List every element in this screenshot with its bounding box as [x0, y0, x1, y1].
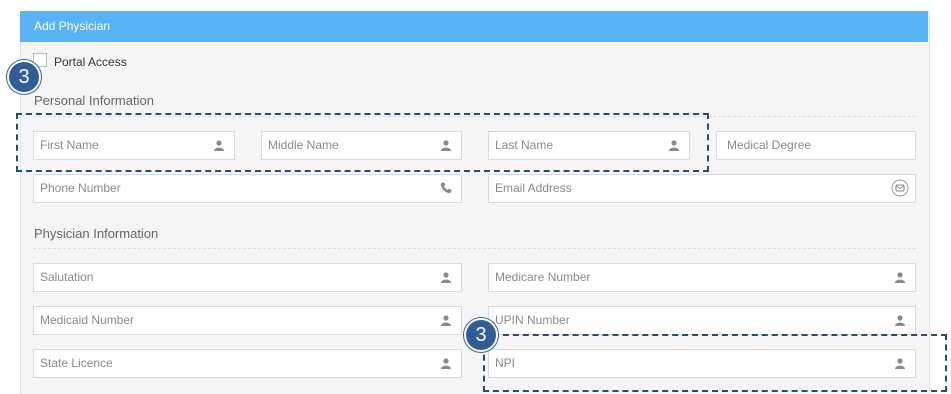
phone-number-input[interactable]: Phone Number: [33, 174, 462, 203]
panel-title: Add Physician: [34, 19, 111, 33]
user-icon: [895, 315, 905, 326]
upin-number-placeholder: UPIN Number: [495, 313, 570, 327]
phone-icon: [440, 182, 452, 194]
medicaid-number-input[interactable]: Medicaid Number: [33, 306, 462, 335]
medicaid-number-placeholder: Medicaid Number: [40, 313, 135, 327]
section-divider-physician: [33, 248, 916, 249]
email-address-input[interactable]: Email Address: [488, 174, 916, 203]
medicare-number-input[interactable]: Medicare Number: [488, 263, 916, 292]
state-licence-input[interactable]: State Licence: [33, 349, 462, 378]
phone-number-placeholder: Phone Number: [40, 181, 121, 195]
salutation-input[interactable]: Salutation: [33, 263, 462, 292]
envelope-icon: [891, 179, 909, 197]
email-address-placeholder: Email Address: [495, 181, 572, 195]
salutation-placeholder: Salutation: [40, 270, 94, 284]
user-icon: [441, 272, 451, 283]
annotation-badge-top: 3: [7, 60, 41, 94]
portal-access-label: Portal Access: [54, 55, 127, 69]
medicare-number-placeholder: Medicare Number: [495, 270, 591, 284]
user-icon: [441, 358, 451, 369]
section-title-physician: Physician Information: [34, 226, 159, 241]
medical-degree-placeholder: Medical Degree: [727, 138, 812, 152]
section-title-personal: Personal Information: [34, 93, 154, 108]
state-licence-placeholder: State Licence: [40, 356, 113, 370]
annotation-highlight-name-fields: [16, 113, 709, 172]
medical-degree-input[interactable]: Medical Degree: [716, 131, 916, 160]
user-icon: [441, 315, 451, 326]
annotation-badge-bottom: 3: [464, 318, 498, 352]
user-icon: [895, 272, 905, 283]
annotation-highlight-npi-field: [483, 334, 947, 392]
panel-header: Add Physician: [20, 11, 928, 42]
upin-number-input[interactable]: UPIN Number: [488, 306, 916, 335]
